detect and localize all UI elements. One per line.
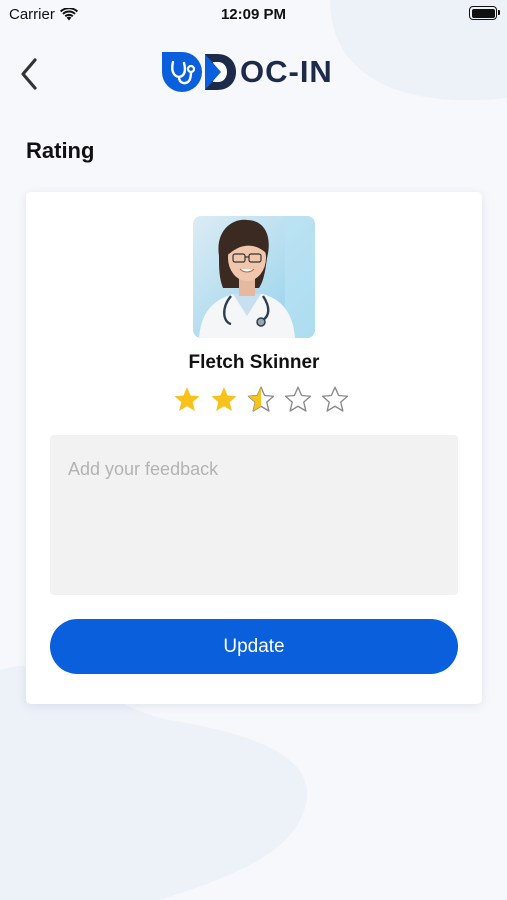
star-icon-empty[interactable] — [283, 385, 313, 415]
chevron-left-icon — [21, 58, 37, 90]
star-icon-filled[interactable] — [172, 385, 202, 415]
update-button[interactable]: Update — [50, 619, 458, 674]
star-icon-empty[interactable] — [320, 385, 350, 415]
page-title: Rating — [26, 138, 95, 163]
star-icon-filled[interactable] — [209, 385, 239, 415]
app-logo: OC-IN — [160, 50, 333, 94]
stethoscope-icon — [162, 52, 202, 92]
star-icon-half[interactable] — [246, 385, 276, 415]
back-button[interactable] — [14, 56, 44, 92]
battery-icon — [469, 6, 500, 20]
app-header: OC-IN — [0, 44, 507, 104]
rating-card: Fletch Skinner Update — [26, 192, 482, 704]
status-bar: Carrier 12:09 PM — [0, 0, 507, 30]
feedback-input[interactable] — [50, 435, 458, 595]
logo-text: OC-IN — [240, 54, 333, 89]
avatar — [193, 216, 315, 338]
status-time: 12:09 PM — [220, 6, 287, 23]
logo-d-mark — [205, 54, 236, 90]
doctor-name: Fletch Skinner — [188, 352, 320, 373]
star-rating[interactable] — [172, 385, 350, 415]
